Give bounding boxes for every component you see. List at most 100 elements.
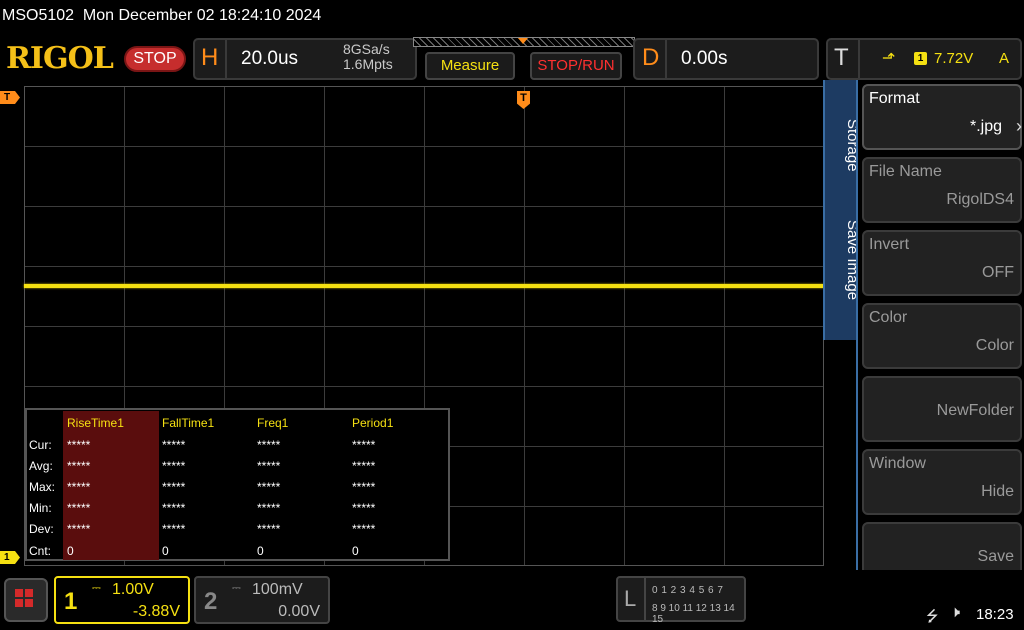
delay-settings[interactable]: D 0.00s <box>633 38 819 80</box>
run-status-badge[interactable]: STOP <box>124 46 186 72</box>
row-label: Max: <box>29 480 56 494</box>
sample-rate: 8GSa/s <box>343 41 390 57</box>
speaker-muted-icon[interactable]: 🕨 <box>950 604 960 622</box>
logic-channels-row-2: 8 9 10 11 12 13 14 15 <box>652 603 735 625</box>
table-cell: ***** <box>257 522 281 536</box>
table-cell: ***** <box>162 522 186 536</box>
dc-coupling-icon: ⎓ <box>92 582 101 594</box>
delay-letter: D <box>642 44 660 71</box>
table-cell: ***** <box>352 501 376 515</box>
channel-scale: 100mV <box>252 581 303 598</box>
menu-item-new-folder[interactable]: NewFolder <box>862 376 1022 442</box>
table-cell: ***** <box>257 501 281 515</box>
menu-item-value: Color <box>975 337 1014 354</box>
table-cell: ***** <box>67 480 91 494</box>
trigger-sweep-mode: A <box>999 50 1010 67</box>
main-menu-button[interactable] <box>4 578 48 622</box>
usb-icon: ⭍ <box>926 608 939 625</box>
logic-channels-row-1: 0 1 2 3 4 5 6 7 <box>652 585 723 596</box>
menu-item-title: Format <box>869 90 920 107</box>
logic-letter: L <box>624 586 637 611</box>
channel-number: 2 <box>204 588 218 615</box>
memory-depth: 1.6Mpts <box>343 56 393 72</box>
table-cell: ***** <box>162 501 186 515</box>
table-cell: ***** <box>162 459 186 473</box>
table-cell: 0 <box>162 544 169 558</box>
row-label: Dev: <box>29 522 54 536</box>
divider <box>858 40 860 78</box>
menu-item-value: Hide <box>981 483 1014 500</box>
channel-scale: 1.00V <box>112 581 154 598</box>
horizontal-letter: H <box>201 44 219 71</box>
rigol-logo: RIGOL <box>6 41 114 76</box>
menu-item-value: Save <box>977 548 1014 565</box>
menu-item-value: OFF <box>982 264 1014 281</box>
measurement-table: RiseTime1 FallTime1 Freq1 Period1 Cur: *… <box>25 408 450 561</box>
menu-item-value: RigolDS4 <box>946 191 1014 208</box>
trigger-level: 7.72V <box>934 50 974 67</box>
grid-icon <box>25 599 33 607</box>
menu-item-file-name[interactable]: File Name RigolDS4 <box>862 157 1022 223</box>
timebase-value: 20.0us <box>241 48 299 69</box>
stop-run-button[interactable]: STOP/RUN <box>530 52 622 80</box>
grid-icon <box>15 599 23 607</box>
menu-item-invert[interactable]: Invert OFF <box>862 230 1022 296</box>
menu-item-title: Color <box>869 309 908 326</box>
divider <box>644 578 646 620</box>
device-datetime: MSO5102 Mon December 02 18:24:10 2024 <box>2 7 322 24</box>
trigger-letter: T <box>834 44 849 71</box>
table-cell: ***** <box>67 459 91 473</box>
menu-item-format[interactable]: Format *.jpg › <box>862 84 1022 150</box>
table-cell: ***** <box>257 459 281 473</box>
channel-2-settings[interactable]: 2 ⎓ 100mV 0.00V <box>194 576 330 624</box>
menu-item-title: File Name <box>869 163 942 180</box>
channel-offset: 0.00V <box>278 603 320 620</box>
channel-offset: -3.88V <box>132 603 180 620</box>
grid-icon <box>15 589 23 597</box>
menu-item-value: *.jpg <box>969 118 1002 135</box>
channel-number: 1 <box>64 588 78 615</box>
column-header: RiseTime1 <box>67 416 124 430</box>
table-cell: ***** <box>352 438 376 452</box>
system-clock: 18:23 <box>976 606 1014 623</box>
channel-1-settings[interactable]: 1 ⎓ 1.00V -3.88V <box>54 576 190 624</box>
table-cell: ***** <box>162 480 186 494</box>
bottom-bar: 1 ⎓ 1.00V -3.88V 2 ⎓ 100mV 0.00V L 0 1 2… <box>0 570 1024 630</box>
table-cell: ***** <box>67 501 91 515</box>
header-bar: RIGOL STOP H 20.0us 8GSa/s 1.6Mpts Measur… <box>0 34 1024 84</box>
logic-analyzer-settings[interactable]: L 0 1 2 3 4 5 6 7 8 9 10 11 12 13 14 15 <box>616 576 746 625</box>
title-bar: MSO5102 Mon December 02 18:24:10 2024 <box>0 0 1024 34</box>
rising-edge-icon: ⬏ <box>882 50 896 67</box>
ch1-waveform-trace <box>24 284 824 288</box>
column-header: Period1 <box>352 416 394 430</box>
ch1-offset-marker[interactable]: 1 <box>0 551 20 564</box>
table-cell: ***** <box>67 522 91 536</box>
menu-item-window[interactable]: Window Hide <box>862 449 1022 515</box>
table-cell: ***** <box>352 522 376 536</box>
column-header: Freq1 <box>257 416 289 430</box>
grid-icon <box>25 589 33 597</box>
dc-coupling-icon: ⎓ <box>232 582 241 594</box>
trigger-settings[interactable]: T ⬏ 1 7.72V A <box>826 38 1022 80</box>
row-label: Avg: <box>29 459 53 473</box>
table-cell: ***** <box>162 438 186 452</box>
trigger-level-marker[interactable]: T <box>0 91 20 104</box>
menu-item-color[interactable]: Color Color <box>862 303 1022 369</box>
sample-rate-info: 8GSa/s 1.6Mpts <box>343 42 393 72</box>
row-label: Cnt: <box>29 544 52 558</box>
divider <box>665 40 667 78</box>
memory-trigger-marker-icon <box>518 38 528 44</box>
table-cell: 0 <box>67 544 74 558</box>
table-cell: ***** <box>257 480 281 494</box>
horizontal-settings[interactable]: H 20.0us 8GSa/s 1.6Mpts <box>193 38 417 80</box>
row-label: Min: <box>29 501 52 515</box>
table-cell: ***** <box>257 438 281 452</box>
table-cell: 0 <box>257 544 264 558</box>
measure-button[interactable]: Measure <box>425 52 515 80</box>
menu-item-title: Invert <box>869 236 910 253</box>
menu-item-title: Window <box>869 455 926 472</box>
table-cell: ***** <box>352 480 376 494</box>
column-header: FallTime1 <box>162 416 215 430</box>
chevron-right-icon: › <box>1016 116 1022 136</box>
row-label: Cur: <box>29 438 52 452</box>
